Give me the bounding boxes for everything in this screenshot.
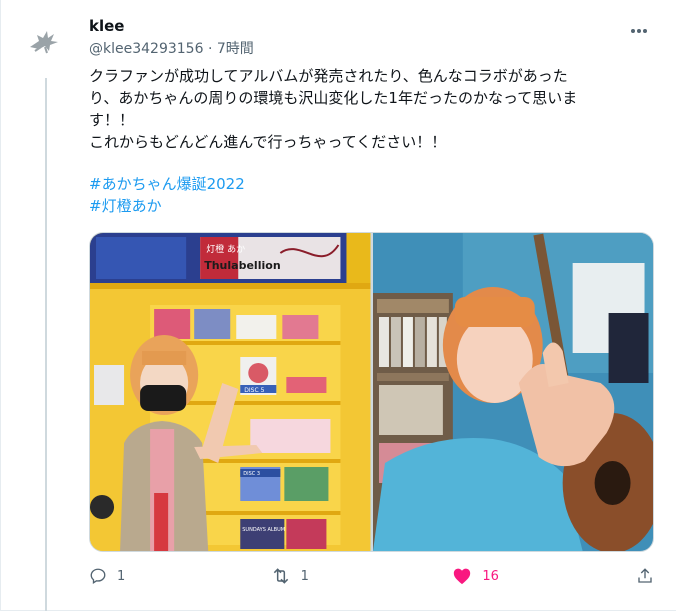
heart-icon [454,568,471,585]
reply-button[interactable]: 1 [89,567,149,585]
retweet-count: 1 [300,568,309,584]
like-count: 16 [482,568,499,584]
retweet-button[interactable]: 1 [271,567,331,585]
thread-line [45,78,47,611]
media-grid: 灯橙 あか Thulabellion DISC 5 DISC 3 SUNDAYS… [89,232,654,552]
share-icon [638,568,652,583]
reply-icon [90,568,106,584]
handle[interactable]: @klee34293156 [89,41,203,57]
frame-left-border [0,0,1,611]
retweet-icon [273,568,288,584]
tweet-header: klee @klee34293156 · 7時間 [89,16,656,60]
tweet-text-line: これからもどんどん進んで行っちゃってください！！ [89,133,447,151]
tweet-text-line: クラファンが成功してアルバムが発売されたり、色んなコラボがあった [89,67,568,85]
display-name[interactable]: klee [89,16,124,36]
hashtag-link[interactable]: #灯橙あか [89,195,245,217]
reply-count: 1 [117,568,126,584]
separator: · [207,41,213,57]
disc-label-2: DISC 3 [243,471,260,477]
like-button[interactable]: 16 [452,567,512,585]
tweet-text-line: す！！ [89,111,135,129]
hashtag-link[interactable]: #あかちゃん爆誕2022 [89,173,245,195]
guitar-photo [372,233,653,551]
tweet-text-line: り、あかちゃんの周りの環境も沢山変化した1年だったのかなって思いま [89,89,578,107]
action-bar: 1 1 16 [89,560,654,592]
signboard-text: 灯橙 あか [206,243,245,255]
more-icon [631,29,647,33]
signboard-sub: Thulabellion [204,259,280,272]
photo-left[interactable]: 灯橙 あか Thulabellion DISC 5 DISC 3 SUNDAYS… [90,233,371,551]
handle-row: @klee34293156 · 7時間 [89,39,254,59]
share-button[interactable] [634,567,654,585]
timestamp[interactable]: 7時間 [217,41,254,57]
hashtags: #あかちゃん爆誕2022 #灯橙あか [89,173,245,217]
tweet-text: クラファンが成功してアルバムが発売されたり、色んなコラボがあった り、あかちゃん… [89,65,649,153]
photo-right[interactable] [372,233,653,551]
album-sign: SUNDAYS ALBUM [242,527,285,533]
bird-logo-icon [30,31,58,54]
cd-shop-photo: 灯橙 あか Thulabellion DISC 5 DISC 3 SUNDAYS… [90,233,371,551]
avatar[interactable] [26,22,62,58]
disc-label: DISC 5 [244,387,264,394]
more-button[interactable] [628,20,650,42]
